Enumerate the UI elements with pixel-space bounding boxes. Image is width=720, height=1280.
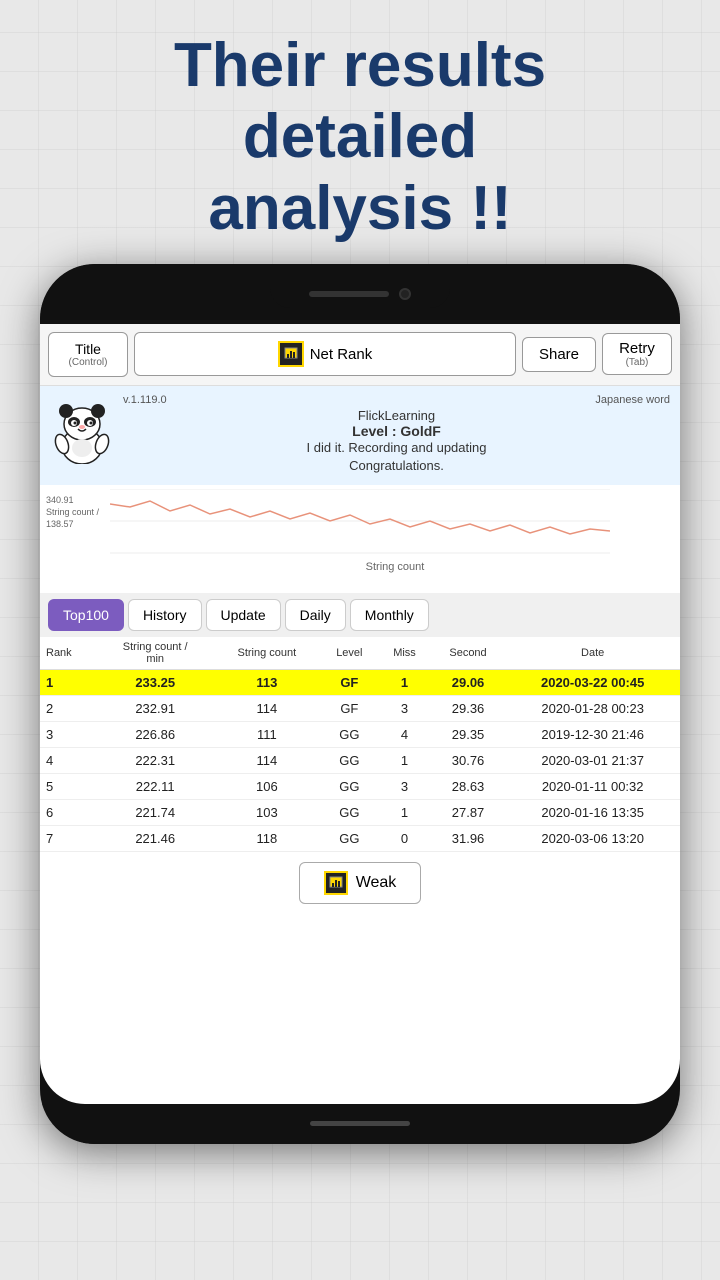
phone-frame: Title (Control) Net Rank xyxy=(40,264,680,1144)
data-table: Rank String count /min String count Leve… xyxy=(40,637,680,852)
col-second: Second xyxy=(431,637,506,670)
col-level: Level xyxy=(320,637,378,670)
level-line: Level : GoldF xyxy=(123,423,670,439)
version-line: v.1.119.0 Japanese word xyxy=(123,394,670,406)
chart-area: 340.91 String count / 138.57 String coun… xyxy=(40,485,680,593)
title-button[interactable]: Title (Control) xyxy=(48,332,128,377)
weak-icon xyxy=(324,871,348,895)
phone-camera xyxy=(399,288,411,300)
panda-mascot xyxy=(50,394,115,464)
weak-row: Weak xyxy=(40,852,680,914)
tab-monthly[interactable]: Monthly xyxy=(350,599,429,631)
table-row: 7221.46118GG031.962020-03-06 13:20 xyxy=(40,826,680,852)
table-row: 2232.91114GF329.362020-01-28 00:23 xyxy=(40,696,680,722)
weak-label: Weak xyxy=(356,874,397,892)
col-string-count: String count xyxy=(213,637,320,670)
phone-screen: Title (Control) Net Rank xyxy=(40,324,680,1104)
chart-y-labels: 340.91 String count / 138.57 xyxy=(46,495,99,530)
tabs-row: Top100 History Update Daily Monthly xyxy=(40,593,680,637)
retry-sub: (Tab) xyxy=(615,357,659,368)
share-button[interactable]: Share xyxy=(522,337,596,372)
tab-history[interactable]: History xyxy=(128,599,202,631)
col-miss: Miss xyxy=(378,637,430,670)
netrank-label: Net Rank xyxy=(310,346,373,363)
info-text: v.1.119.0 Japanese word FlickLearning Le… xyxy=(123,394,670,475)
info-area: v.1.119.0 Japanese word FlickLearning Le… xyxy=(40,386,680,485)
netrank-icon xyxy=(278,341,304,367)
title-label: Title xyxy=(75,341,101,357)
retry-label: Retry xyxy=(619,340,655,357)
headline-line1: Their results xyxy=(174,31,546,100)
col-string-min: String count /min xyxy=(97,637,213,670)
table-row: 1233.25113GF129.062020-03-22 00:45 xyxy=(40,670,680,696)
table-row: 6221.74103GG127.872020-01-16 13:35 xyxy=(40,800,680,826)
phone-notch-area xyxy=(40,264,680,324)
weak-button[interactable]: Weak xyxy=(299,862,422,904)
phone-wrapper: Title (Control) Net Rank xyxy=(0,264,720,1184)
app-name: FlickLearning xyxy=(123,408,670,423)
home-indicator xyxy=(310,1121,410,1126)
table-row: 3226.86111GG429.352019-12-30 21:46 xyxy=(40,722,680,748)
tab-update[interactable]: Update xyxy=(206,599,281,631)
col-rank: Rank xyxy=(40,637,97,670)
phone-notch xyxy=(270,280,450,308)
chart-svg xyxy=(110,489,610,554)
netrank-button[interactable]: Net Rank xyxy=(134,332,516,376)
phone-bottom xyxy=(40,1104,680,1144)
category: Japanese word xyxy=(595,394,670,406)
phone-speaker xyxy=(309,291,389,297)
top-bar: Title (Control) Net Rank xyxy=(40,324,680,386)
table-row: 4222.31114GG130.762020-03-01 21:37 xyxy=(40,748,680,774)
chart-x-label: String count xyxy=(110,561,680,573)
tab-top100[interactable]: Top100 xyxy=(48,599,124,631)
headline: Their results detailed analysis !! xyxy=(0,0,720,264)
headline-line2: detailed xyxy=(243,102,477,171)
headline-line3: analysis !! xyxy=(208,174,511,243)
col-date: Date xyxy=(505,637,680,670)
tab-daily[interactable]: Daily xyxy=(285,599,346,631)
retry-button[interactable]: Retry (Tab) xyxy=(602,333,672,375)
table-row: 5222.11106GG328.632020-01-11 00:32 xyxy=(40,774,680,800)
share-label: Share xyxy=(539,346,579,363)
congrats-line: I did it. Recording and updating Congrat… xyxy=(123,439,670,475)
title-sub: (Control) xyxy=(63,357,113,368)
version: v.1.119.0 xyxy=(123,394,167,406)
table-header-row: Rank String count /min String count Leve… xyxy=(40,637,680,670)
